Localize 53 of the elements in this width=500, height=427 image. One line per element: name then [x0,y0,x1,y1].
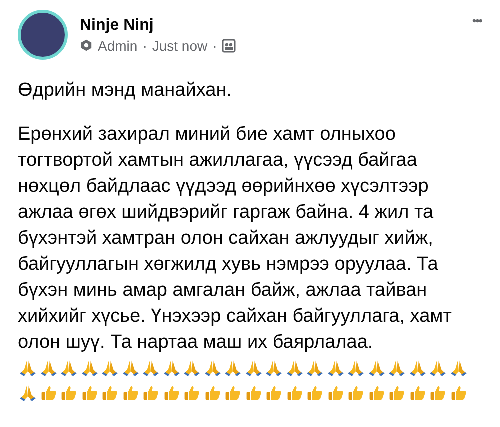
thumbs-up-icon [40,384,58,402]
praying-hands-icon [265,359,284,377]
thumbs-up-icon [306,384,324,402]
praying-hands-icon [19,384,38,402]
praying-hands-icon [60,359,78,377]
thumbs-up-icon [450,384,468,402]
praying-hands-icon [101,359,120,377]
thumbs-up-icon [60,384,78,402]
role-label: Admin [98,38,138,54]
thumbs-up-icon [80,384,99,402]
praying-hands-icon [80,359,99,377]
thumbs-up-icon [286,384,304,402]
thumbs-up-icon [388,384,406,402]
praying-hands-icon [368,359,386,377]
post-time[interactable]: Just now [152,38,208,54]
thumbs-up-icon [408,384,427,402]
thumbs-up-icon [429,384,448,402]
greeting-text: Өдрийн мэнд манайхан. [18,79,233,103]
thumbs-up-icon [204,384,222,402]
praying-hands-icon [286,359,304,377]
praying-hands-icon [408,359,427,377]
avatar[interactable] [18,10,68,60]
separator-dot: · [212,38,218,54]
praying-hands-icon [224,359,242,377]
praying-hands-icon [142,359,160,377]
author-name[interactable]: Ninje Ninj [80,16,460,34]
more-options-button[interactable]: ••• [472,14,482,28]
thumbs-up-icon [347,384,366,402]
post-text: Ерөнхий захирал миний бие хамт олныхоо тогтвортой хамтын ажиллагаа, үүсээд байгаа нөхцөл байдлаас үүдээд өөрийнхөө хүсэлтээр ажлаа өгөх шийдвэрийг гаргаж байна. 4 жил та бүхэнтэй хамтран олон сайхан ажлуудыг хийж, байгууллагын хөгжилд хувь нэмрээ оруулаа. Та бүхэн минь амар амгалан байж, ажлаа тайван хийхийг хүсье. Үнэхээр сайхан байгууллага, хамт олон шуү. Та нартаа маш их баярлалаа. [18,123,453,355]
praying-hands-icon [162,359,181,377]
thumbs-up-icon [142,384,160,402]
praying-hands-icon [244,359,263,377]
thumbs-up-icon [162,384,181,402]
thumbs-up-icon [265,384,284,402]
thumbs-up-icon [244,384,263,402]
praying-hands-icon [347,359,366,377]
thumbs-up-icon [368,384,386,402]
separator-dot: · [142,38,148,54]
praying-hands-icon [40,359,58,377]
praying-hands-icon [429,359,448,377]
praying-hands-icon [122,359,140,377]
praying-hands-icon [388,359,406,377]
thumbs-up-icon [326,384,345,402]
praying-hands-icon [183,359,202,377]
praying-hands-icon [204,359,222,377]
thumbs-up-icon [224,384,242,402]
praying-hands-icon [326,359,345,377]
praying-hands-icon [19,359,38,377]
praying-hands-icon [450,359,468,377]
thumbs-up-icon [122,384,140,402]
thumbs-up-icon [101,384,120,402]
praying-hands-icon [306,359,324,377]
thumbs-up-icon [183,384,202,402]
